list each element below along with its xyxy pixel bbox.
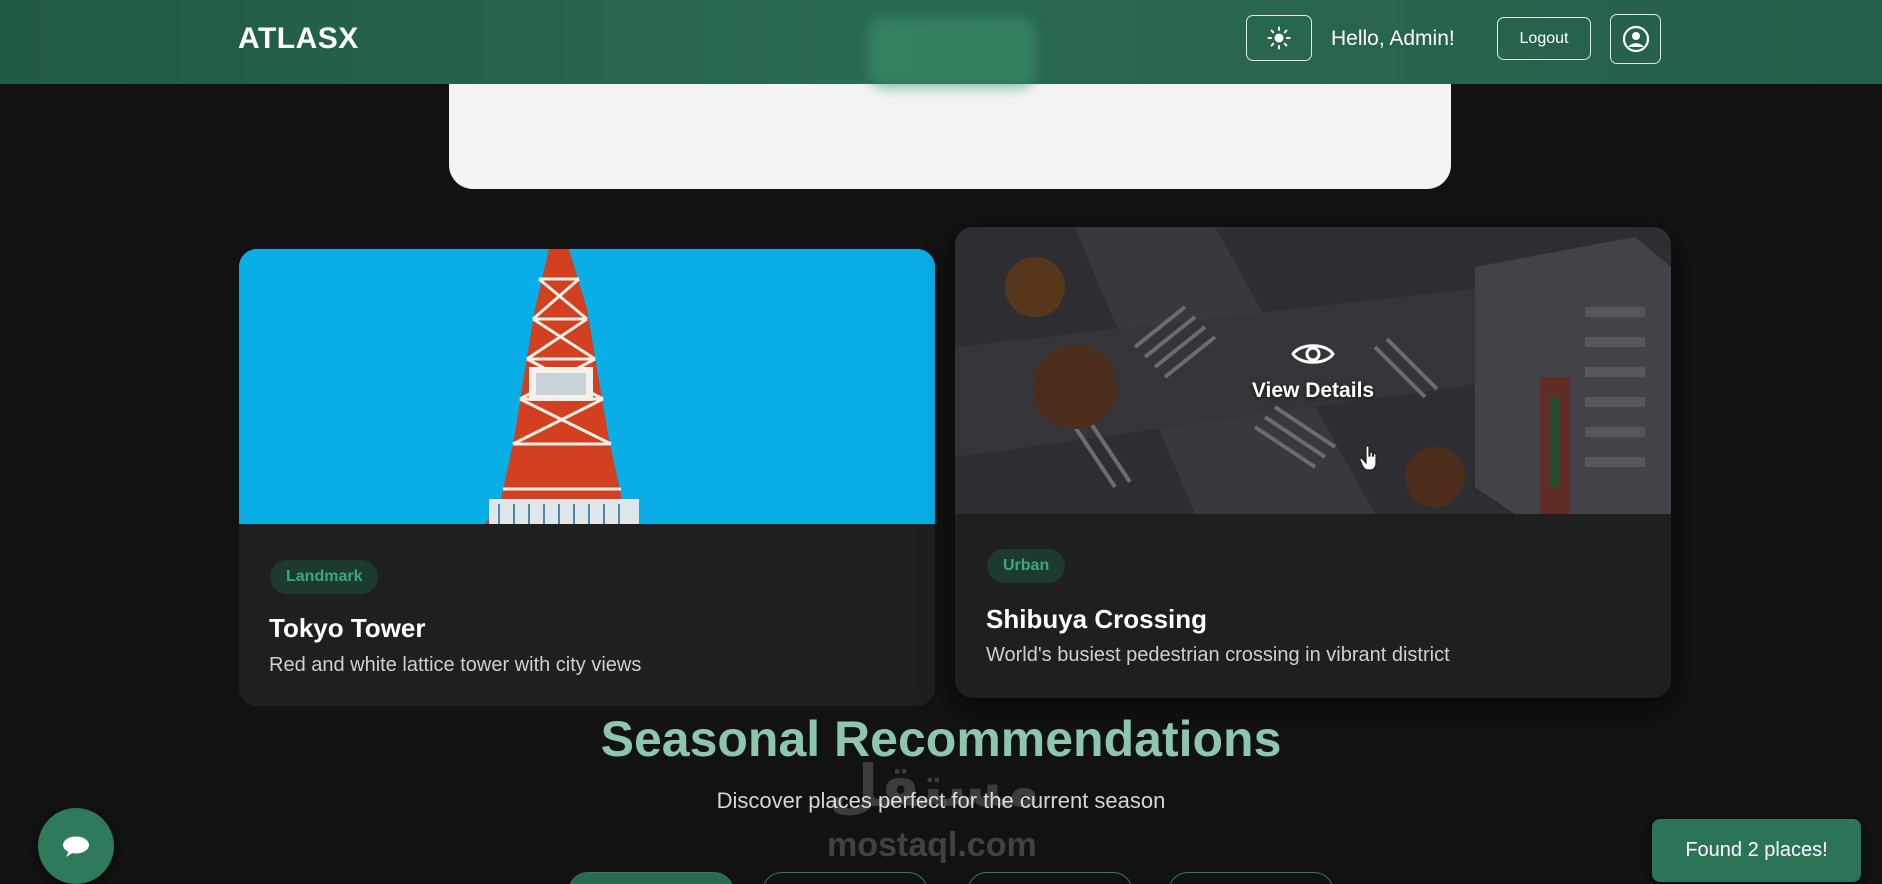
place-title: Shibuya Crossing bbox=[986, 604, 1208, 634]
place-card-shibuya-crossing[interactable]: View Details Urban Shibuya Crossing Worl… bbox=[955, 227, 1671, 698]
logout-button[interactable]: Logout bbox=[1497, 17, 1591, 60]
hand-cursor-icon bbox=[1359, 445, 1377, 471]
results-toast: Found 2 places! bbox=[1652, 819, 1861, 882]
chat-bubble-icon bbox=[63, 836, 89, 857]
place-description: Red and white lattice tower with city vi… bbox=[269, 654, 642, 676]
season-filter-tab[interactable] bbox=[568, 872, 734, 884]
season-filter-tab[interactable] bbox=[1168, 872, 1334, 884]
watermark-text: mostaql.com bbox=[827, 826, 1037, 864]
view-details-overlay[interactable]: View Details bbox=[955, 227, 1671, 514]
user-greeting: Hello, Admin! bbox=[1331, 27, 1455, 50]
place-description: World's busiest pedestrian crossing in v… bbox=[986, 644, 1450, 666]
tokyo-tower-photo bbox=[239, 249, 935, 524]
season-filter-tab[interactable] bbox=[967, 872, 1133, 884]
place-card-tokyo-tower[interactable]: Landmark Tokyo Tower Red and white latti… bbox=[239, 249, 935, 706]
user-circle-icon bbox=[1622, 25, 1649, 53]
season-filter-tab[interactable] bbox=[762, 872, 928, 884]
category-tag: Landmark bbox=[270, 560, 379, 594]
sun-icon bbox=[1267, 26, 1291, 50]
profile-button[interactable] bbox=[1610, 14, 1661, 64]
eye-icon bbox=[1291, 343, 1335, 364]
theme-toggle-button[interactable] bbox=[1246, 15, 1312, 61]
nav-highlight bbox=[868, 18, 1036, 88]
watermark-logo: مستقل bbox=[828, 754, 1041, 819]
view-details-label: View Details bbox=[1251, 378, 1375, 402]
chat-button[interactable] bbox=[38, 808, 114, 884]
category-tag: Urban bbox=[987, 549, 1066, 583]
place-title: Tokyo Tower bbox=[269, 613, 426, 643]
top-navbar: ATLASX Hello, Admin! Logout bbox=[0, 0, 1882, 88]
brand-logo[interactable]: ATLASX bbox=[238, 22, 359, 56]
